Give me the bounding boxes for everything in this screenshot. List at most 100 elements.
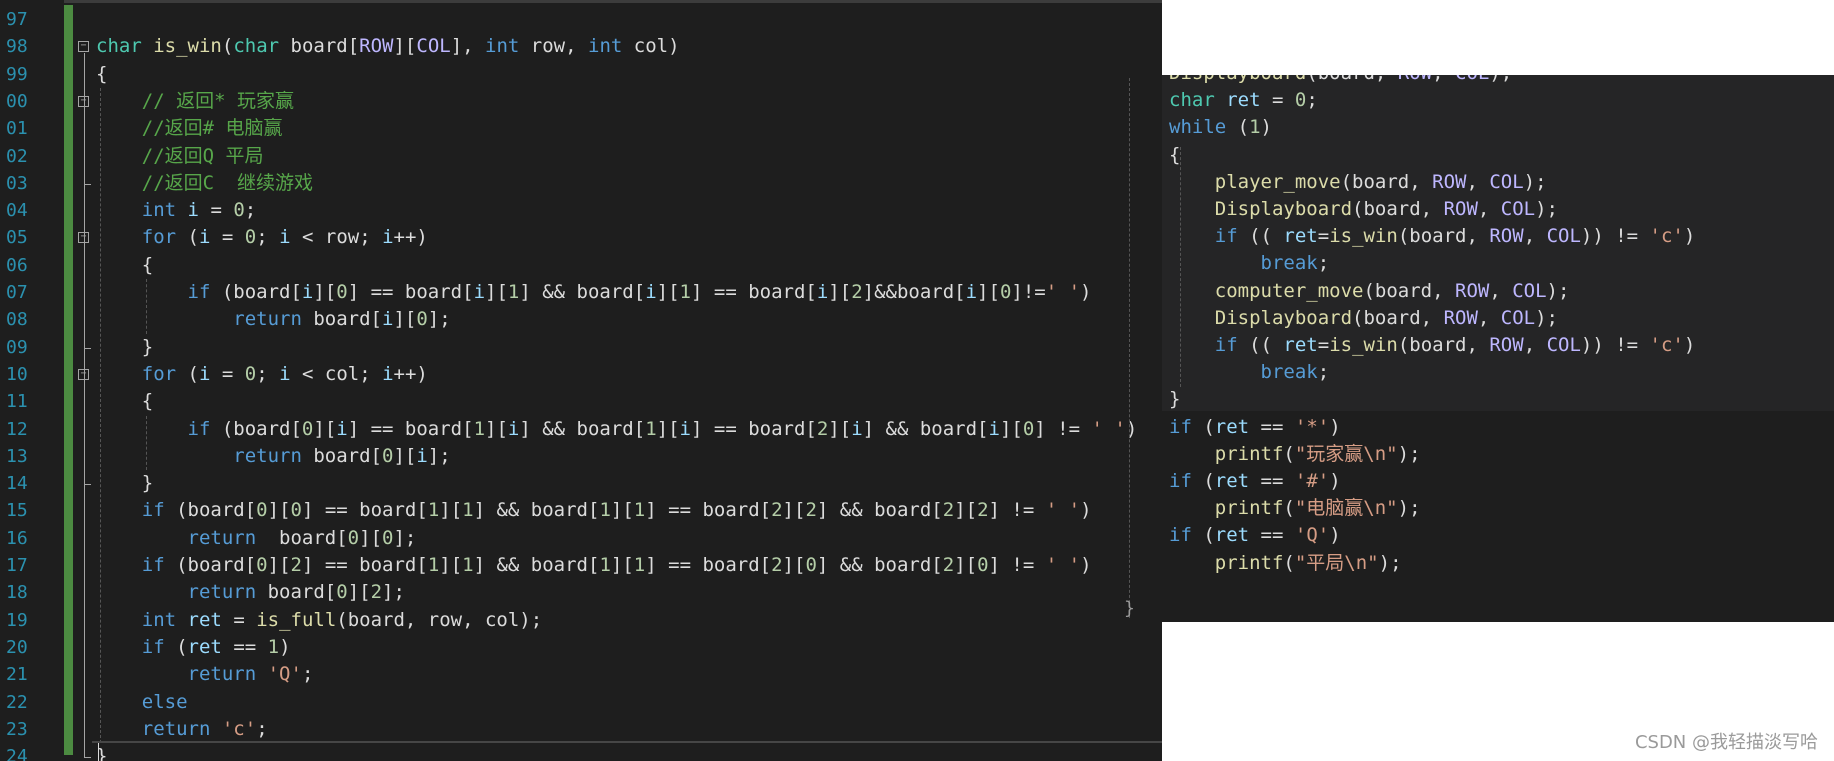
code-token: ]; [427, 308, 451, 331]
code-token: , [1466, 170, 1490, 193]
code-token: 0 [244, 362, 257, 385]
code-token: COL [1546, 225, 1581, 248]
code-token: Displayboard [1169, 75, 1306, 84]
code-token: ; [256, 362, 280, 385]
code-token: ], [450, 35, 486, 58]
fold-end-tick [84, 757, 91, 759]
code-line: char ret = 0; [1169, 87, 1318, 114]
code-token: ( [176, 226, 199, 249]
code-token: 'Q' [1294, 524, 1330, 547]
code-token: is_full [256, 608, 337, 631]
code-token: ROW [1489, 225, 1524, 248]
code-token: ROW [1432, 170, 1467, 193]
code-token: ret [187, 635, 222, 658]
code-line: printf("平局\n"); [1169, 550, 1402, 577]
code-token: ][ [393, 444, 417, 467]
code-line: Displayboard(board, ROW, COL); [1169, 196, 1558, 223]
code-token: ][ [656, 281, 680, 303]
editor-top-border [0, 0, 1162, 3]
code-token: ret [1214, 415, 1250, 438]
code-token: = [1260, 89, 1295, 112]
code-token: 2 [290, 554, 302, 576]
code-token: ][ [393, 308, 417, 331]
code-token: i [382, 308, 394, 331]
code-token: ret [1214, 524, 1250, 547]
code-token: is_win [1329, 334, 1398, 356]
code-token: i [507, 417, 520, 440]
line-number: 18 [6, 582, 28, 604]
code-token: ret [1226, 89, 1261, 112]
code-token: ( [221, 35, 234, 58]
code-token: ][ [954, 554, 978, 576]
code-token: ]&&board[ [862, 281, 966, 303]
text-caret [98, 743, 99, 761]
code-token: 0 [805, 554, 817, 576]
code-token: "平局\n" [1294, 551, 1379, 574]
line-number: 11 [6, 391, 28, 413]
code-token: 1 [645, 417, 657, 440]
code-token: break [1260, 252, 1318, 275]
code-token: else [141, 690, 188, 713]
code-line: player_move(board, ROW, COL); [1169, 169, 1547, 196]
code-token: 1 [427, 499, 440, 522]
line-number-gutter: 97 98 99 00 01 02 03 04 05 06 07 08 09 10 11 12 13 14 15 16… [0, 0, 64, 761]
code-line: printf("玩家赢\n"); [1169, 441, 1421, 468]
code-token: board[ [279, 35, 360, 58]
code-token: i [382, 226, 394, 249]
code-token: Displayboard [1214, 198, 1353, 220]
code-token: 0 [336, 581, 348, 604]
code-token: } [96, 335, 154, 358]
code-token: ] && board[ [816, 499, 943, 522]
code-token: ] == board[ [301, 499, 428, 522]
code-line: if (board[0][i] == board[1][i] && board[… [96, 416, 1138, 443]
code-token: , [1489, 279, 1513, 302]
code-token: COL [1512, 279, 1547, 302]
code-token: i [679, 417, 691, 440]
code-token: ] == board[ [347, 417, 474, 440]
code-token: ) [1329, 415, 1341, 438]
code-token: (board, [1340, 170, 1433, 193]
code-token: ) [1329, 470, 1341, 492]
code-token: 2 [370, 581, 383, 604]
code-token: 0 [416, 308, 428, 331]
code-token: ROW [1443, 198, 1478, 220]
code-token: ( [1226, 116, 1250, 139]
right-code-editor[interactable]: Displayboard(board, ROW, COL); char ret =… [1162, 75, 1834, 622]
code-token: if [1169, 524, 1192, 547]
code-token: 0 [301, 417, 314, 440]
code-token: )) != [1580, 334, 1650, 356]
code-line: { [1169, 142, 1180, 169]
code-token: while [1169, 116, 1227, 139]
code-token: i [279, 362, 291, 385]
line-number: 99 [6, 63, 28, 85]
code-token: ) [1080, 499, 1092, 522]
code-token: ][ [977, 281, 1000, 303]
code-token: '*' [1294, 415, 1330, 438]
code-token: COL [1455, 75, 1489, 84]
left-code-editor[interactable]: 97 98 99 00 01 02 03 04 05 06 07 08 09 10 11 12 13 14 15 16… [0, 0, 1162, 761]
code-token: (board[ [164, 499, 257, 522]
code-token: if [1169, 470, 1192, 492]
fold-collapse-icon[interactable]: − [78, 41, 89, 53]
code-token: ][ [610, 554, 634, 576]
code-token: ( [1191, 470, 1215, 492]
line-number: 00 [6, 90, 28, 112]
line-number: 12 [6, 418, 28, 440]
code-token: i [198, 362, 211, 385]
code-token: i [382, 362, 394, 385]
code-token: ]; [427, 444, 451, 467]
code-token: ret [1283, 225, 1318, 248]
code-token: ) [1683, 334, 1696, 356]
code-token: if [1214, 225, 1238, 248]
code-token: board[ [256, 526, 348, 549]
